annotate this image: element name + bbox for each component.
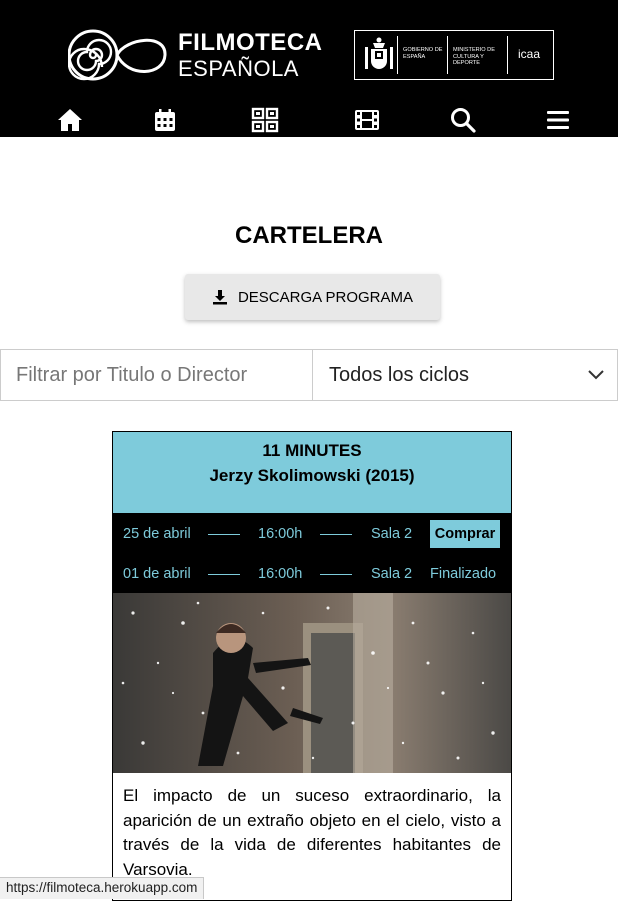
session-room: Sala 2 [371,566,413,582]
ministry-label: Ministerio de Cultura y Deporte [453,47,495,66]
film-synopsis: El impacto de un suceso extraordinario, … [123,786,501,879]
gov-label: Gobierno de España [403,47,443,60]
search-input[interactable] [0,349,313,401]
spiral-logo-icon [68,29,167,81]
brand-name: FILMOTECA ESPAÑOLA [178,30,322,82]
chevron-down-icon [588,370,604,380]
brand-top-label: FILMOTECA [178,29,323,56]
session-room: Sala 2 [371,526,413,542]
download-program-button[interactable]: DESCARGA PROGRAMA [185,274,440,320]
divider [208,574,240,575]
divider [447,36,448,74]
icaa-logo: icaa [518,47,541,61]
session-date: 25 de abril [123,526,191,542]
nav-programs[interactable] [250,106,280,134]
session-status: Finalizado [430,566,497,582]
session-date: 01 de abril [123,566,191,582]
search-icon [451,108,476,133]
nav-home[interactable] [55,106,85,134]
nav-menu[interactable] [543,106,573,134]
download-program-label: DESCARGA PROGRAMA [237,288,414,306]
film-director: Jerzy Skolimowski (2015) [209,466,415,485]
nav-search[interactable] [448,106,478,134]
buy-button[interactable]: Comprar [430,520,500,548]
session-time: 16:00h [258,526,303,542]
divider [397,36,398,74]
session-row: 25 de abril 16:00h Sala 2 Comprar [113,513,511,553]
divider [507,36,508,74]
menu-icon [547,111,569,129]
session-list: 25 de abril 16:00h Sala 2 Comprar 01 de … [113,513,511,593]
main-nav [0,102,618,137]
divider [320,534,352,535]
film-title: 11 MINUTES [262,441,362,460]
nav-films[interactable] [352,106,382,134]
film-card-header[interactable]: 11 MINUTES Jerzy Skolimowski (2015) [113,432,511,513]
film-still-illustration [113,593,511,773]
status-bar-url: https://filmoteca.herokuapp.com [0,877,205,899]
film-still-image[interactable] [113,593,511,773]
brand-bottom-label: ESPAÑOLA [178,56,299,81]
film-grid-icon [251,107,279,133]
divider [208,534,240,535]
nav-calendar[interactable] [150,106,180,134]
session-row: 01 de abril 16:00h Sala 2 Finalizado [113,553,511,593]
calendar-icon [155,109,175,131]
download-icon [212,290,227,305]
page-title: CARTELERA [235,222,383,249]
filmoteca-logo[interactable] [68,28,168,82]
coat-of-arms-icon [365,37,393,69]
film-card: 11 MINUTES Jerzy Skolimowski (2015) 25 d… [112,431,512,901]
site-header: FILMOTECA ESPAÑOLA Gobierno de España Mi… [0,0,618,137]
divider [320,574,352,575]
cycle-select[interactable]: Todos los ciclos [312,349,618,401]
home-icon [58,109,82,131]
film-strip-icon [355,110,379,130]
cycle-select-value: Todos los ciclos [329,363,470,386]
session-time: 16:00h [258,566,303,582]
